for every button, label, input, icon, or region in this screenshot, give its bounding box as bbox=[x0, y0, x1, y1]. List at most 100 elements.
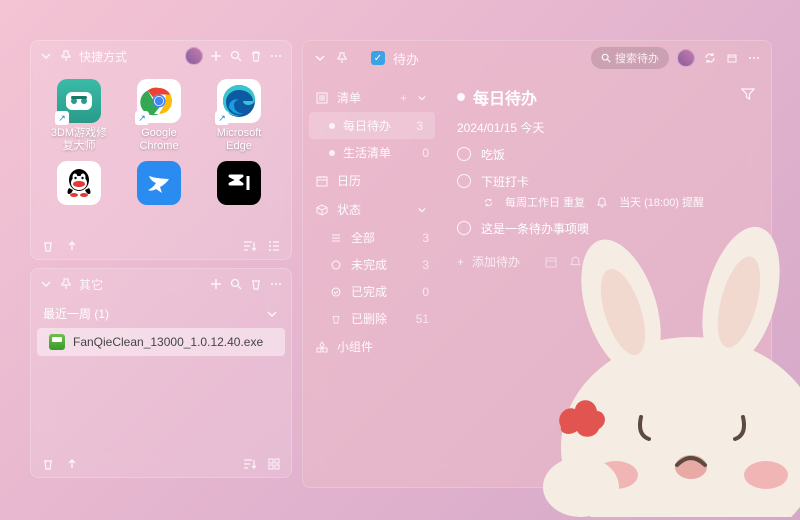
pin-icon[interactable] bbox=[59, 277, 73, 291]
more-icon[interactable] bbox=[616, 255, 630, 269]
up-icon[interactable] bbox=[65, 239, 79, 253]
chevron-down-icon bbox=[265, 307, 279, 321]
app-capcut[interactable] bbox=[199, 157, 279, 213]
task-checkbox[interactable] bbox=[457, 221, 471, 235]
todo-panel: ✓ 待办 搜索待办 清单 + 每日待办 3 bbox=[302, 40, 772, 488]
task-text: 这是一条待办事项噢 bbox=[481, 220, 589, 237]
status-label: 已删除 bbox=[351, 310, 387, 327]
task-remind: 当天 (18:00) 提醒 bbox=[619, 194, 704, 210]
task-item[interactable]: 这是一条待办事项噢 bbox=[457, 220, 755, 237]
chevron-down-icon[interactable] bbox=[313, 51, 327, 65]
section-label: 小组件 bbox=[337, 338, 373, 355]
status-label: 已完成 bbox=[351, 283, 387, 300]
plus-icon[interactable] bbox=[209, 277, 223, 291]
task-item[interactable]: 下班打卡 每周工作日 重复 当天 (18:00) 提醒 bbox=[457, 173, 755, 210]
bullet-icon bbox=[457, 93, 465, 101]
status-label: 全部 bbox=[351, 229, 375, 246]
list-count: 0 bbox=[422, 146, 429, 160]
repeat-icon[interactable] bbox=[592, 255, 606, 269]
more-icon[interactable] bbox=[269, 49, 283, 63]
chevron-down-icon[interactable] bbox=[39, 277, 53, 291]
bell-icon bbox=[595, 195, 609, 209]
file-item[interactable]: FanQieClean_13000_1.0.12.40.exe bbox=[37, 328, 285, 356]
trash-icon[interactable] bbox=[249, 277, 263, 291]
status-label: 未完成 bbox=[351, 256, 387, 273]
avatar[interactable] bbox=[185, 47, 203, 65]
sync-icon[interactable] bbox=[703, 51, 717, 65]
search-icon[interactable] bbox=[229, 277, 243, 291]
section-calendar[interactable]: 日历 bbox=[303, 166, 441, 195]
trash-icon[interactable] bbox=[41, 457, 55, 471]
list-icon bbox=[315, 91, 329, 105]
section-label: 日历 bbox=[337, 172, 361, 189]
shortcuts-panel: 快捷方式 ↗ 3DM游戏修 复大师 ↗ Google Chrome ↗ Micr… bbox=[30, 40, 292, 260]
list-icon bbox=[329, 231, 343, 245]
status-incomplete[interactable]: 未完成 3 bbox=[303, 251, 441, 278]
task-text: 下班打卡 bbox=[481, 173, 704, 190]
search-icon[interactable] bbox=[229, 49, 243, 63]
recent-group[interactable]: 最近一周 (1) bbox=[31, 299, 291, 328]
section-lists[interactable]: 清单 + bbox=[303, 83, 441, 112]
archive-icon[interactable] bbox=[725, 51, 739, 65]
recent-count: (1) bbox=[94, 307, 109, 321]
chevron-down-icon[interactable] bbox=[415, 203, 429, 217]
app-dingtalk[interactable] bbox=[119, 157, 199, 213]
list-view-icon[interactable] bbox=[267, 239, 281, 253]
status-complete[interactable]: 已完成 0 bbox=[303, 278, 441, 305]
shortcuts-footer bbox=[31, 233, 291, 259]
plus-icon: + bbox=[457, 255, 464, 269]
list-count: 3 bbox=[416, 119, 423, 133]
others-footer bbox=[31, 451, 291, 477]
status-all[interactable]: 全部 3 bbox=[303, 224, 441, 251]
up-icon[interactable] bbox=[65, 457, 79, 471]
section-widgets[interactable]: 小组件 bbox=[303, 332, 441, 361]
trash-icon[interactable] bbox=[41, 239, 55, 253]
pin-icon[interactable] bbox=[59, 49, 73, 63]
task-checkbox[interactable] bbox=[457, 147, 471, 161]
pin-icon[interactable] bbox=[335, 51, 349, 65]
task-text: 吃饭 bbox=[481, 146, 505, 163]
list-item-daily[interactable]: 每日待办 3 bbox=[309, 112, 435, 139]
search-input[interactable]: 搜索待办 bbox=[591, 47, 669, 69]
trash-icon[interactable] bbox=[249, 49, 263, 63]
sort-icon[interactable] bbox=[243, 239, 257, 253]
bell-icon[interactable] bbox=[568, 255, 582, 269]
task-item[interactable]: 吃饭 bbox=[457, 146, 755, 163]
avatar[interactable] bbox=[677, 49, 695, 67]
chevron-down-icon[interactable] bbox=[39, 49, 53, 63]
plus-icon[interactable] bbox=[209, 49, 223, 63]
todo-sidebar: 清单 + 每日待办 3 生活清单 0 日历 状态 bbox=[303, 75, 441, 487]
todo-header: ✓ 待办 搜索待办 bbox=[303, 41, 771, 75]
main-title: 每日待办 bbox=[473, 85, 537, 109]
date-label: 2024/01/15 今天 bbox=[457, 119, 755, 136]
section-status[interactable]: 状态 bbox=[303, 195, 441, 224]
task-repeat: 每周工作日 重复 bbox=[505, 194, 585, 210]
app-chrome[interactable]: ↗ Google Chrome bbox=[119, 75, 199, 157]
check-circle-icon bbox=[329, 285, 343, 299]
widget-icon bbox=[315, 340, 329, 354]
status-count: 3 bbox=[422, 231, 429, 245]
add-list-icon[interactable]: + bbox=[400, 91, 407, 105]
shortcut-badge-icon: ↗ bbox=[215, 111, 229, 125]
list-label: 每日待办 bbox=[343, 117, 391, 134]
app-qq[interactable] bbox=[39, 157, 119, 213]
app-edge[interactable]: ↗ Microsoft Edge bbox=[199, 75, 279, 157]
todo-app-icon: ✓ bbox=[371, 51, 385, 65]
sort-icon[interactable] bbox=[243, 457, 257, 471]
section-label: 状态 bbox=[337, 201, 361, 218]
add-task-row[interactable]: + 添加待办 bbox=[457, 253, 755, 270]
filter-icon[interactable] bbox=[741, 87, 755, 101]
chevron-down-icon[interactable] bbox=[415, 91, 429, 105]
app-3dm[interactable]: ↗ 3DM游戏修 复大师 bbox=[39, 75, 119, 157]
recent-label: 最近一周 bbox=[43, 307, 91, 321]
status-deleted[interactable]: 已删除 51 bbox=[303, 305, 441, 332]
more-icon[interactable] bbox=[269, 277, 283, 291]
panel-title: 快捷方式 bbox=[79, 48, 127, 65]
app-label: 3DM游戏修 复大师 bbox=[51, 127, 107, 153]
task-checkbox[interactable] bbox=[457, 174, 471, 188]
more-icon[interactable] bbox=[747, 51, 761, 65]
calendar-icon[interactable] bbox=[544, 255, 558, 269]
grid-view-icon[interactable] bbox=[267, 457, 281, 471]
list-label: 生活清单 bbox=[343, 144, 391, 161]
list-item-life[interactable]: 生活清单 0 bbox=[303, 139, 441, 166]
